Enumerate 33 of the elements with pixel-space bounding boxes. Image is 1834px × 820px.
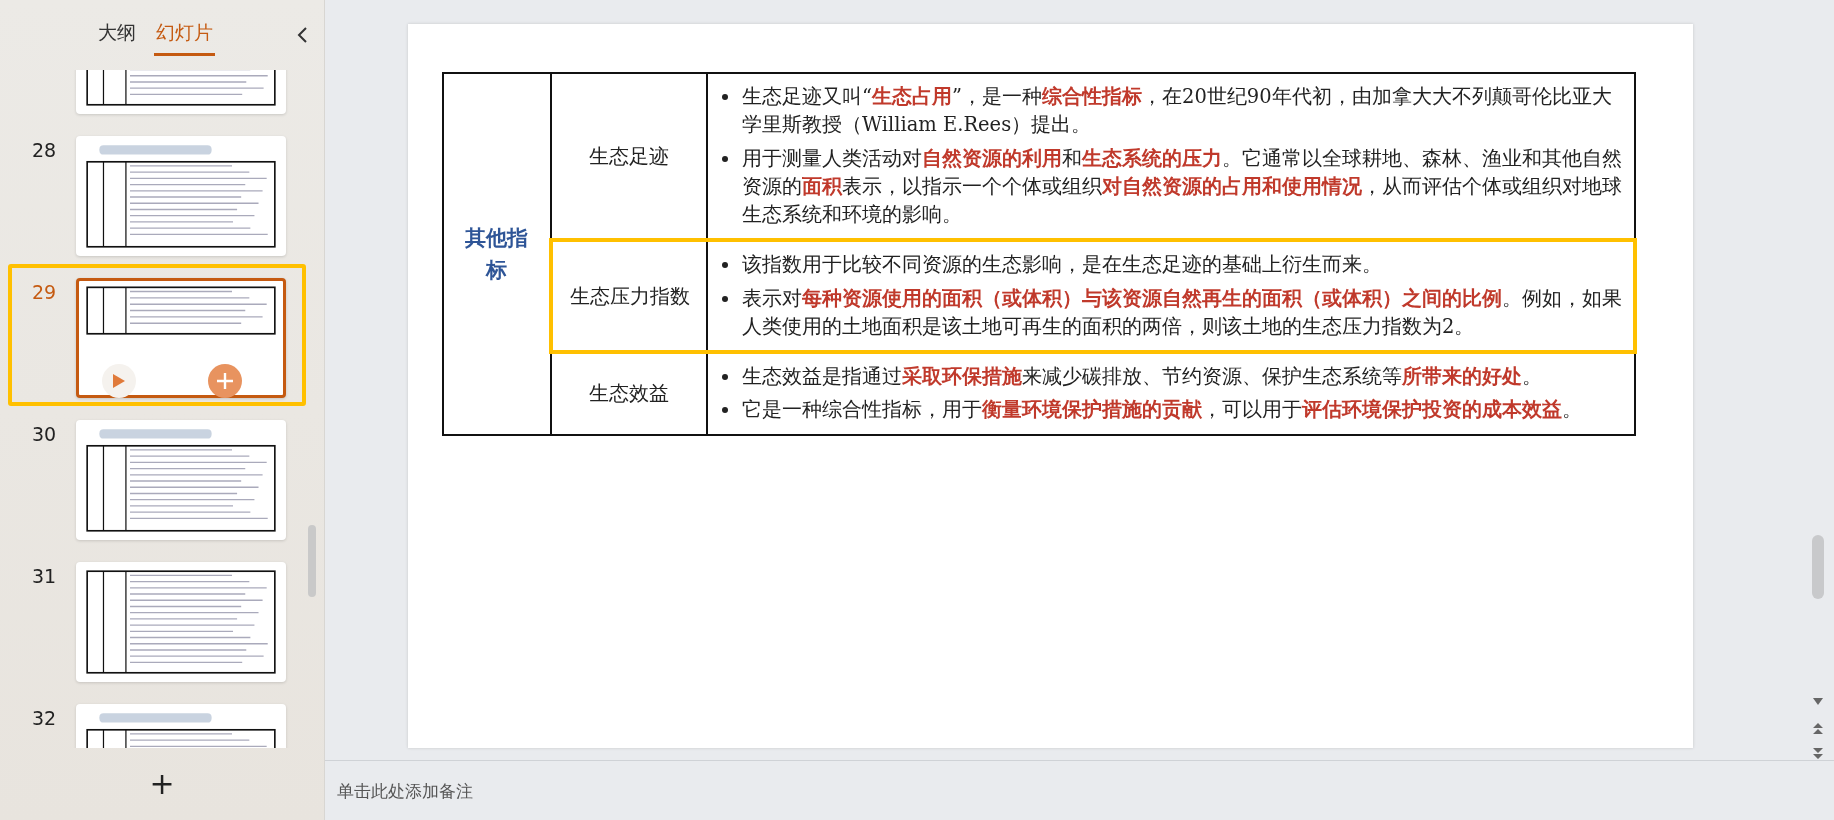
new-slide-button[interactable]: + xyxy=(143,768,181,800)
table-cell: 生态效益 xyxy=(551,352,707,435)
bullet-text: 生态足迹又叫“生态占用”，是一种综合性指标，在20世纪90年代初，由加拿大大不列颠哥伦比亚大学里斯教授（William E.Rees）提出。 xyxy=(742,84,1613,139)
bullet-icon xyxy=(722,94,728,100)
scrollbar-thumb[interactable] xyxy=(308,525,316,597)
bullet-text: 用于测量人类活动对自然资源的利用和生态系统的压力。它通常以全球耕地、森林、渔业和其他自然资源的面积表示，以指示一个个体或组织对自然资源的占用和使用情况，从而评估个体或组织对地球生态系统和环境的影响。 xyxy=(742,145,1623,229)
slide-thumbnail[interactable] xyxy=(76,278,286,398)
bullet-icon xyxy=(722,407,728,414)
bullet-text: 表示对每种资源使用的面积（或体积）与该资源自然再生的面积（或体积）之间的比例。例如，如果人类使用的土地面积是该土地可再生的面积的两倍，则该土地的生态压力指数为2。 xyxy=(742,285,1623,340)
collapse-icon[interactable] xyxy=(296,26,308,44)
play-icon xyxy=(112,373,126,389)
plus-icon xyxy=(216,372,234,390)
table-cell: 生态压力指数 xyxy=(551,240,707,353)
bullet-icon xyxy=(722,155,728,162)
next-slide-icon[interactable] xyxy=(1812,747,1824,760)
slide-number: 30 xyxy=(30,422,58,447)
bullet-text: 生态效益是指通过采取环保措施来减少碳排放、节约资源、保护生态系统等所带来的好处。 xyxy=(742,364,1542,391)
bullet-text: 该指数用于比较不同资源的生态影响，是在生态足迹的基础上衍生而来。 xyxy=(742,252,1382,279)
slide-number: 31 xyxy=(30,564,58,589)
bullet-icon xyxy=(722,374,728,381)
table-cell: 生态足迹 xyxy=(551,73,707,241)
bullet-icon xyxy=(722,262,728,269)
notes-placeholder[interactable]: 单击此处添加备注 xyxy=(337,781,473,801)
bullet-text: 它是一种综合性指标，用于衡量环境保护措施的贡献，可以用于评估环境保护投资的成本效益。 xyxy=(742,397,1582,424)
category-cell: 其他指标 xyxy=(443,73,551,435)
slide-number: 29 xyxy=(30,280,58,305)
bullet-icon xyxy=(722,295,728,302)
slide-number: 28 xyxy=(30,138,58,163)
panel-tab[interactable]: 幻灯片 xyxy=(154,14,215,56)
scrollbar-thumb[interactable] xyxy=(1812,535,1824,599)
previous-slide-icon[interactable] xyxy=(1812,722,1824,735)
panel-tab[interactable]: 大纲 xyxy=(96,14,138,56)
slide-number: 32 xyxy=(30,706,58,731)
